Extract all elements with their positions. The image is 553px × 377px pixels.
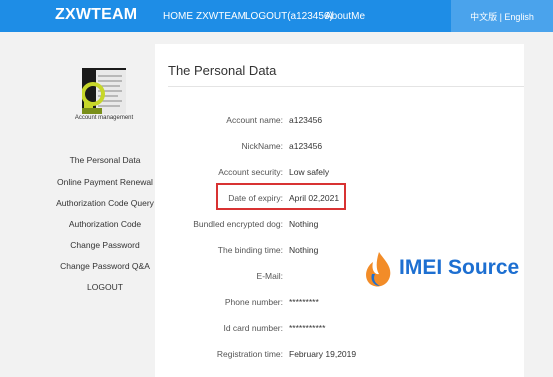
account-security-value: Low safely — [289, 167, 330, 177]
id-card-number-value: *********** — [289, 323, 326, 333]
field-label: Registration time: — [216, 349, 283, 359]
sidebar-item-personal-data[interactable]: The Personal Data — [40, 155, 170, 165]
nav-logout[interactable]: LOGOUT(a123456) — [245, 11, 333, 22]
nickname-value: a123456 — [289, 141, 323, 151]
page-title: The Personal Data — [168, 63, 277, 78]
field-label: Id card number: — [223, 323, 283, 333]
watermark-text: IMEI Source — [399, 256, 520, 279]
top-navigation-bar: ZXWTEAM HOME ZXWTEAM LOGOUT(a123456) Abo… — [0, 0, 553, 32]
field-label: Account name: — [226, 115, 283, 125]
sidebar-item-online-payment-renewal[interactable]: Online Payment Renewal — [40, 177, 170, 187]
field-label: NickName: — [241, 141, 283, 151]
encrypted-dog-value: Nothing — [289, 219, 319, 229]
account-name-value: a123456 — [289, 115, 323, 125]
sidebar-item-logout[interactable]: LOGOUT — [40, 282, 170, 292]
phone-number-value: ********* — [289, 297, 319, 307]
expiry-highlight-box — [216, 183, 346, 210]
field-label: Phone number: — [224, 297, 283, 307]
account-management-icon — [82, 68, 126, 114]
sidebar-item-authorization-code-query[interactable]: Authorization Code Query — [40, 198, 170, 208]
nav-home[interactable]: HOME — [163, 11, 193, 22]
sidebar-item-change-password-qa[interactable]: Change Password Q&A — [40, 261, 170, 271]
watermark: IMEI Source — [362, 250, 519, 290]
nav-about-me[interactable]: AboutMe — [325, 11, 365, 22]
field-label: Account security: — [218, 167, 283, 177]
field-label: The binding time: — [217, 245, 283, 255]
avatar-caption: Account management — [74, 115, 134, 121]
flame-logo-icon — [366, 252, 391, 287]
site-logo[interactable]: ZXWTEAM — [55, 6, 137, 24]
nav-zxwteam[interactable]: ZXWTEAM — [196, 11, 246, 22]
sidebar-item-change-password[interactable]: Change Password — [40, 240, 170, 250]
personal-data-panel: The Personal Data Account name: a123456 … — [155, 44, 524, 377]
binding-time-value: Nothing — [289, 245, 319, 255]
field-label: Bundled encrypted dog: — [193, 219, 283, 229]
registration-time-value: February 19,2019 — [289, 349, 357, 359]
language-switcher[interactable]: 中文版 | English — [451, 0, 553, 32]
sidebar-item-authorization-code[interactable]: Authorization Code — [40, 219, 170, 229]
field-label: E-Mail: — [256, 271, 283, 281]
account-avatar[interactable] — [82, 68, 126, 114]
title-divider — [168, 86, 524, 87]
